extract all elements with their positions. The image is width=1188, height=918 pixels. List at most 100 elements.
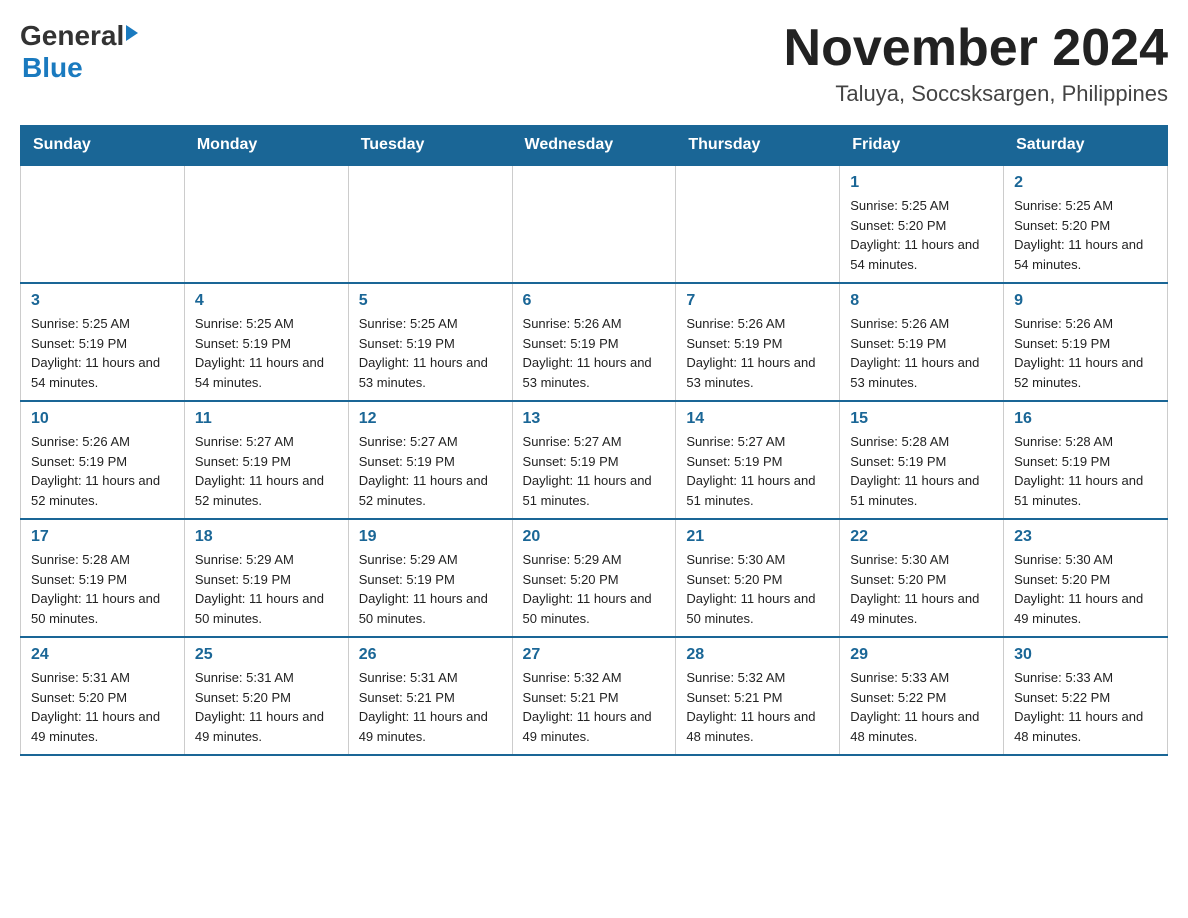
day-number: 21 [686,528,829,546]
calendar-header-saturday: Saturday [1004,126,1168,166]
day-info: Sunrise: 5:32 AMSunset: 5:21 PMDaylight:… [523,668,666,746]
calendar-cell: 28 Sunrise: 5:32 AMSunset: 5:21 PMDayligh… [676,637,840,755]
day-number: 1 [850,174,993,192]
day-number: 10 [31,410,174,428]
calendar-cell [348,165,512,283]
day-number: 15 [850,410,993,428]
day-number: 16 [1014,410,1157,428]
calendar-cell: 19 Sunrise: 5:29 AMSunset: 5:19 PMDayligh… [348,519,512,637]
location-text: Taluya, Soccsksargen, Philippines [784,81,1168,107]
calendar-cell: 7 Sunrise: 5:26 AMSunset: 5:19 PMDaylight… [676,283,840,401]
title-block: November 2024 Taluya, Soccsksargen, Phil… [784,20,1168,107]
day-info: Sunrise: 5:33 AMSunset: 5:22 PMDaylight:… [850,668,993,746]
day-info: Sunrise: 5:25 AMSunset: 5:20 PMDaylight:… [1014,196,1157,274]
calendar-cell: 14 Sunrise: 5:27 AMSunset: 5:19 PMDayligh… [676,401,840,519]
calendar-cell: 11 Sunrise: 5:27 AMSunset: 5:19 PMDayligh… [184,401,348,519]
day-info: Sunrise: 5:28 AMSunset: 5:19 PMDaylight:… [31,550,174,628]
logo-general-text: General [20,20,124,52]
day-number: 3 [31,292,174,310]
calendar-cell: 26 Sunrise: 5:31 AMSunset: 5:21 PMDayligh… [348,637,512,755]
day-number: 2 [1014,174,1157,192]
day-info: Sunrise: 5:26 AMSunset: 5:19 PMDaylight:… [523,314,666,392]
calendar-cell: 16Sunrise: 5:28 AMSunset: 5:19 PMDayligh… [1004,401,1168,519]
calendar-cell: 3 Sunrise: 5:25 AMSunset: 5:19 PMDaylight… [21,283,185,401]
calendar-cell: 20 Sunrise: 5:29 AMSunset: 5:20 PMDayligh… [512,519,676,637]
day-number: 7 [686,292,829,310]
day-info: Sunrise: 5:25 AMSunset: 5:19 PMDaylight:… [31,314,174,392]
calendar-cell: 2 Sunrise: 5:25 AMSunset: 5:20 PMDaylight… [1004,165,1168,283]
day-number: 6 [523,292,666,310]
day-info: Sunrise: 5:25 AMSunset: 5:19 PMDaylight:… [195,314,338,392]
calendar-week-5: 24 Sunrise: 5:31 AMSunset: 5:20 PMDayligh… [21,637,1168,755]
calendar-cell: 12 Sunrise: 5:27 AMSunset: 5:19 PMDayligh… [348,401,512,519]
calendar-cell: 23Sunrise: 5:30 AMSunset: 5:20 PMDayligh… [1004,519,1168,637]
day-number: 9 [1014,292,1157,310]
day-number: 29 [850,646,993,664]
calendar-header-thursday: Thursday [676,126,840,166]
day-info: Sunrise: 5:33 AMSunset: 5:22 PMDaylight:… [1014,668,1157,746]
calendar-header-tuesday: Tuesday [348,126,512,166]
day-info: Sunrise: 5:32 AMSunset: 5:21 PMDaylight:… [686,668,829,746]
day-info: Sunrise: 5:26 AMSunset: 5:19 PMDaylight:… [1014,314,1157,392]
day-info: Sunrise: 5:30 AMSunset: 5:20 PMDaylight:… [1014,550,1157,628]
calendar-header-sunday: Sunday [21,126,185,166]
day-info: Sunrise: 5:31 AMSunset: 5:20 PMDaylight:… [195,668,338,746]
calendar-cell: 4Sunrise: 5:25 AMSunset: 5:19 PMDaylight… [184,283,348,401]
day-info: Sunrise: 5:27 AMSunset: 5:19 PMDaylight:… [195,432,338,510]
logo-arrow-icon [126,25,138,41]
calendar-cell [21,165,185,283]
day-info: Sunrise: 5:27 AMSunset: 5:19 PMDaylight:… [359,432,502,510]
day-info: Sunrise: 5:26 AMSunset: 5:19 PMDaylight:… [686,314,829,392]
calendar-table: SundayMondayTuesdayWednesdayThursdayFrid… [20,125,1168,756]
calendar-cell [676,165,840,283]
calendar-cell: 27 Sunrise: 5:32 AMSunset: 5:21 PMDayligh… [512,637,676,755]
calendar-header-friday: Friday [840,126,1004,166]
calendar-header-wednesday: Wednesday [512,126,676,166]
calendar-cell: 1Sunrise: 5:25 AMSunset: 5:20 PMDaylight… [840,165,1004,283]
day-number: 24 [31,646,174,664]
day-number: 26 [359,646,502,664]
day-number: 18 [195,528,338,546]
calendar-cell: 29 Sunrise: 5:33 AMSunset: 5:22 PMDayligh… [840,637,1004,755]
day-number: 28 [686,646,829,664]
day-number: 27 [523,646,666,664]
day-number: 30 [1014,646,1157,664]
day-info: Sunrise: 5:29 AMSunset: 5:20 PMDaylight:… [523,550,666,628]
day-number: 12 [359,410,502,428]
day-number: 5 [359,292,502,310]
day-number: 13 [523,410,666,428]
day-number: 17 [31,528,174,546]
calendar-cell: 18 Sunrise: 5:29 AMSunset: 5:19 PMDayligh… [184,519,348,637]
calendar-cell: 13 Sunrise: 5:27 AMSunset: 5:19 PMDayligh… [512,401,676,519]
logo-blue-text: Blue [22,52,83,84]
day-number: 14 [686,410,829,428]
calendar-week-3: 10 Sunrise: 5:26 AMSunset: 5:19 PMDayligh… [21,401,1168,519]
calendar-week-1: 1 Sunrise: 5:25 AMSunset: 5:20 PMDaylight… [21,165,1168,283]
day-number: 19 [359,528,502,546]
day-info: Sunrise: 5:26 AMSunset: 5:19 PMDaylight:… [31,432,174,510]
day-info: Sunrise: 5:29 AMSunset: 5:19 PMDaylight:… [195,550,338,628]
logo: General Blue [20,20,138,84]
day-info: Sunrise: 5:31 AMSunset: 5:20 PMDaylight:… [31,668,174,746]
day-number: 8 [850,292,993,310]
day-info: Sunrise: 5:29 AMSunset: 5:19 PMDaylight:… [359,550,502,628]
calendar-header-monday: Monday [184,126,348,166]
day-number: 22 [850,528,993,546]
day-info: Sunrise: 5:27 AMSunset: 5:19 PMDaylight:… [686,432,829,510]
month-title: November 2024 [784,20,1168,77]
calendar-cell: 30 Sunrise: 5:33 AMSunset: 5:22 PMDayligh… [1004,637,1168,755]
calendar-cell: 6 Sunrise: 5:26 AMSunset: 5:19 PMDaylight… [512,283,676,401]
calendar-cell: 10 Sunrise: 5:26 AMSunset: 5:19 PMDayligh… [21,401,185,519]
calendar-header-row: SundayMondayTuesdayWednesdayThursdayFrid… [21,126,1168,166]
calendar-cell [512,165,676,283]
day-info: Sunrise: 5:25 AMSunset: 5:19 PMDaylight:… [359,314,502,392]
day-number: 20 [523,528,666,546]
calendar-cell: 22 Sunrise: 5:30 AMSunset: 5:20 PMDayligh… [840,519,1004,637]
day-info: Sunrise: 5:31 AMSunset: 5:21 PMDaylight:… [359,668,502,746]
page-header: General Blue November 2024 Taluya, Soccs… [20,20,1168,107]
day-number: 11 [195,410,338,428]
day-info: Sunrise: 5:26 AMSunset: 5:19 PMDaylight:… [850,314,993,392]
day-info: Sunrise: 5:30 AMSunset: 5:20 PMDaylight:… [850,550,993,628]
calendar-cell: 24 Sunrise: 5:31 AMSunset: 5:20 PMDayligh… [21,637,185,755]
day-info: Sunrise: 5:27 AMSunset: 5:19 PMDaylight:… [523,432,666,510]
